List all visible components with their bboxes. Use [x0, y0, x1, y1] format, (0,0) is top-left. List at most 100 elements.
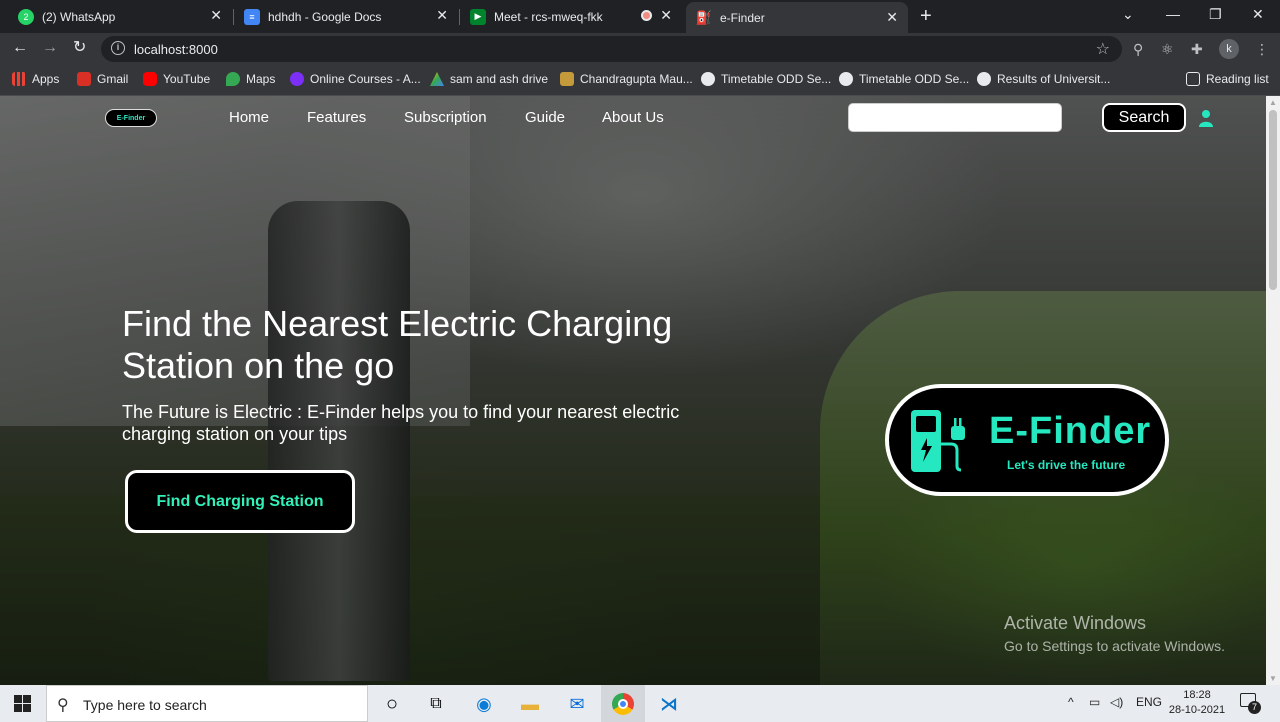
brand-name: E-Finder [989, 410, 1152, 452]
mail-icon[interactable]: ✉ [565, 692, 589, 716]
charging-station-icon [911, 410, 965, 472]
gmail-icon [77, 72, 91, 86]
whatsapp-icon: 2 [18, 8, 34, 25]
address-bar[interactable]: i localhost:8000 ☆ [101, 36, 1122, 62]
edge-browser-icon[interactable]: ◉ [472, 692, 496, 716]
tab-title: e-Finder [720, 10, 765, 25]
nav-subscription[interactable]: Subscription [404, 109, 487, 126]
vscode-icon[interactable]: ⋊ [657, 692, 681, 716]
url-text[interactable]: localhost:8000 [134, 42, 218, 57]
courses-icon [290, 72, 304, 86]
notification-count: 7 [1248, 701, 1261, 714]
scrollbar-thumb[interactable] [1269, 110, 1277, 290]
site-logo-text: E-Finder [116, 114, 146, 122]
forward-icon[interactable]: → [42, 39, 58, 57]
taskbar-search-placeholder: Type here to search [83, 697, 207, 713]
extensions-puzzle-icon[interactable]: ✚ [1191, 41, 1203, 58]
cortana-icon[interactable]: ○ [380, 692, 404, 716]
restore-icon[interactable]: ❐ [1209, 6, 1222, 23]
user-account-icon[interactable] [1198, 109, 1214, 127]
google-drive-icon [430, 72, 444, 86]
site-navbar: E-Finder Home Features Subscription Guid… [0, 96, 1266, 140]
apps-grid-icon [12, 72, 26, 86]
react-devtools-icon[interactable]: ⚛ [1161, 41, 1174, 58]
windows-taskbar: ⚲ Type here to search ○ ⧉ ◉ ▬ ✉ ⋊ ^ ▭ ◁)… [0, 685, 1280, 722]
bookmark-apps[interactable]: Apps [12, 72, 59, 86]
close-window-icon[interactable]: ✕ [1252, 6, 1264, 23]
clock-date: 28-10-2021 [1168, 704, 1226, 716]
reload-icon[interactable]: ↻ [73, 39, 86, 57]
nav-features[interactable]: Features [307, 109, 366, 126]
site-search-button[interactable]: Search [1102, 103, 1186, 132]
taskbar-search-box[interactable]: ⚲ Type here to search [46, 685, 368, 722]
scroll-down-icon[interactable]: ▼ [1269, 674, 1277, 683]
notification-center-icon[interactable]: 7 [1240, 693, 1261, 714]
bookmark-label: Timetable ODD Se... [859, 72, 970, 86]
site-info-icon[interactable]: i [111, 41, 125, 55]
bookmark-maps[interactable]: Maps [226, 72, 275, 86]
google-docs-icon: ≡ [244, 8, 260, 25]
hero-title: Find the Nearest Electric Charging Stati… [122, 303, 673, 386]
browser-toolbar: ← → ↻ i localhost:8000 ☆ ⚲ ⚛ ✚ k ⋮ [0, 33, 1280, 65]
bookmark-star-icon[interactable]: ☆ [1096, 39, 1110, 59]
page-viewport: E-Finder Home Features Subscription Guid… [0, 96, 1266, 685]
nav-about-us[interactable]: About Us [602, 109, 664, 126]
globe-icon [701, 72, 715, 86]
bookmark-youtube[interactable]: YouTube [143, 72, 210, 86]
tab-google-docs[interactable]: ≡ hdhdh - Google Docs ✕ [234, 0, 458, 33]
close-tab-icon[interactable]: ✕ [886, 10, 898, 24]
bookmark-online-courses[interactable]: Online Courses - A... [290, 72, 421, 86]
nav-home[interactable]: Home [229, 109, 269, 126]
youtube-icon [143, 72, 157, 86]
extension-icon[interactable]: ⚲ [1133, 41, 1143, 58]
recording-icon [641, 10, 652, 21]
brand-tagline: Let's drive the future [1007, 458, 1126, 472]
search-icon: ⚲ [57, 697, 69, 714]
tab-whatsapp[interactable]: 2 (2) WhatsApp ✕ [8, 0, 232, 33]
bookmark-timetable-1[interactable]: Timetable ODD Se... [701, 72, 831, 86]
minimize-icon[interactable]: — [1166, 6, 1180, 22]
site-logo[interactable]: E-Finder [105, 109, 157, 127]
close-tab-icon[interactable]: ✕ [660, 8, 672, 22]
bookmark-label: Results of Universit... [997, 72, 1111, 86]
tray-overflow-icon[interactable]: ^ [1068, 695, 1074, 709]
bookmark-gmail[interactable]: Gmail [77, 72, 128, 86]
efinder-favicon-icon: ⛽ [695, 9, 713, 25]
find-charging-station-button[interactable]: Find Charging Station [125, 470, 355, 533]
menu-kebab-icon[interactable]: ⋮ [1255, 41, 1269, 58]
bookmarks-bar: Apps Gmail YouTube Maps Online Courses -… [0, 65, 1280, 96]
bookmark-results[interactable]: Results of Universit... [977, 72, 1110, 86]
windows-activation-watermark: Activate Windows Go to Settings to activ… [1004, 613, 1225, 654]
nav-guide[interactable]: Guide [525, 109, 565, 126]
chrome-icon[interactable] [611, 692, 635, 716]
page-scrollbar[interactable]: ▲ ▼ [1266, 96, 1280, 685]
tab-search-icon[interactable]: ⌄ [1122, 6, 1134, 23]
scroll-up-icon[interactable]: ▲ [1269, 98, 1277, 107]
network-icon[interactable]: ▭ [1089, 695, 1100, 709]
back-icon[interactable]: ← [12, 39, 28, 57]
tab-title: hdhdh - Google Docs [268, 9, 382, 24]
bookmark-drive[interactable]: sam and ash drive [430, 72, 548, 86]
volume-icon[interactable]: ◁) [1110, 695, 1123, 709]
input-language[interactable]: ENG [1136, 695, 1162, 709]
clock-time: 18:28 [1183, 689, 1211, 701]
globe-icon [839, 72, 853, 86]
tab-google-meet[interactable]: ▶ Meet - rcs-mweq-fkk ✕ [460, 0, 682, 33]
watermark-title: Activate Windows [1004, 613, 1147, 633]
bookmark-label: Online Courses - A... [310, 72, 421, 86]
browser-tab-strip: 2 (2) WhatsApp ✕ ≡ hdhdh - Google Docs ✕… [0, 0, 1280, 33]
close-tab-icon[interactable]: ✕ [210, 8, 222, 22]
windows-start-icon[interactable] [14, 695, 31, 712]
system-clock[interactable]: 18:28 28-10-2021 [1168, 688, 1226, 718]
new-tab-icon[interactable]: + [920, 6, 932, 26]
bookmark-label: Maps [246, 72, 276, 86]
task-view-icon[interactable]: ⧉ [424, 692, 448, 716]
bookmark-timetable-2[interactable]: Timetable ODD Se... [839, 72, 969, 86]
bookmark-chandragupta[interactable]: Chandragupta Mau... [560, 72, 693, 86]
profile-avatar[interactable]: k [1219, 39, 1239, 59]
reading-list[interactable]: Reading list [1186, 72, 1269, 86]
tab-efinder[interactable]: ⛽ e-Finder ✕ [686, 2, 908, 33]
file-explorer-icon[interactable]: ▬ [518, 692, 542, 716]
site-search-input[interactable] [848, 103, 1062, 132]
close-tab-icon[interactable]: ✕ [436, 8, 448, 22]
